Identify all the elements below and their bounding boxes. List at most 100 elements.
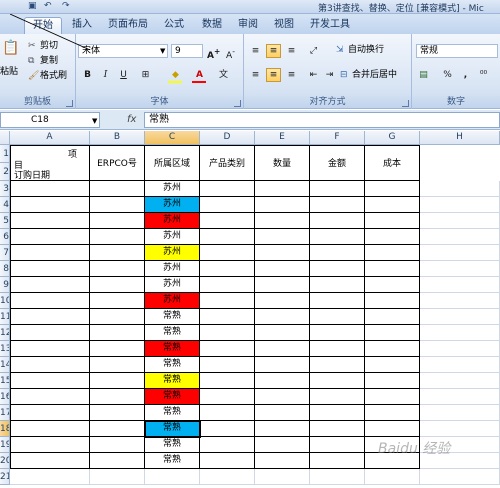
cell-g15[interactable] xyxy=(365,373,420,389)
tab-developer[interactable]: 开发工具 xyxy=(302,17,358,34)
cell-g7[interactable] xyxy=(365,245,420,261)
font-name-select[interactable]: 宋体 xyxy=(78,44,168,58)
cell-e8[interactable] xyxy=(255,261,310,277)
increase-indent-icon[interactable]: ⇥ xyxy=(322,68,337,82)
italic-button[interactable]: I xyxy=(98,68,113,82)
cell-a15[interactable] xyxy=(10,373,90,389)
function-icon[interactable]: fx xyxy=(127,114,136,125)
align-middle-icon[interactable]: ≡ xyxy=(266,44,281,58)
cell-d8[interactable] xyxy=(200,261,255,277)
percent-button[interactable]: % xyxy=(440,68,455,82)
cell-g8[interactable] xyxy=(365,261,420,277)
column-header-e[interactable]: E xyxy=(255,131,310,145)
cell-d20[interactable] xyxy=(200,453,255,469)
name-box[interactable]: C18 xyxy=(0,112,100,128)
cell-a10[interactable] xyxy=(10,293,90,309)
cell-e14[interactable] xyxy=(255,357,310,373)
row-header-21[interactable]: 21 xyxy=(0,469,10,485)
undo-icon[interactable]: ↶ xyxy=(44,1,52,12)
column-header-b[interactable]: B xyxy=(90,131,145,145)
cell-d11[interactable] xyxy=(200,309,255,325)
cell-f19[interactable] xyxy=(310,437,365,453)
cell-a16[interactable] xyxy=(10,389,90,405)
row-header-8[interactable]: 8 xyxy=(0,261,10,277)
row-header-5[interactable]: 5 xyxy=(0,213,10,229)
cell-a5[interactable] xyxy=(10,213,90,229)
cell-b9[interactable] xyxy=(90,277,145,293)
cell-e17[interactable] xyxy=(255,405,310,421)
clipboard-launcher-icon[interactable] xyxy=(66,100,73,107)
cell-a7[interactable] xyxy=(10,245,90,261)
row-header-18[interactable]: 18 xyxy=(0,421,10,437)
tab-view[interactable]: 视图 xyxy=(266,17,302,34)
cell-d3[interactable] xyxy=(200,181,255,197)
cell-a9[interactable] xyxy=(10,277,90,293)
cell-b5[interactable] xyxy=(90,213,145,229)
copy-button[interactable]: 复制 xyxy=(40,55,58,68)
border-icon[interactable]: ⊞ xyxy=(138,68,153,82)
cell-d17[interactable] xyxy=(200,405,255,421)
cell-c15[interactable]: 常熟 xyxy=(145,373,200,389)
tab-review[interactable]: 审阅 xyxy=(230,17,266,34)
cell-f21[interactable] xyxy=(310,469,365,485)
row-header-11[interactable]: 11 xyxy=(0,309,10,325)
paste-button[interactable]: 粘贴 xyxy=(0,66,18,79)
cell-f9[interactable] xyxy=(310,277,365,293)
cell-g9[interactable] xyxy=(365,277,420,293)
cell-b7[interactable] xyxy=(90,245,145,261)
cell-a11[interactable] xyxy=(10,309,90,325)
row-header-20[interactable]: 20 xyxy=(0,453,10,469)
cell-e13[interactable] xyxy=(255,341,310,357)
cell-e11[interactable] xyxy=(255,309,310,325)
cell-f4[interactable] xyxy=(310,197,365,213)
cell-h11[interactable] xyxy=(420,309,500,325)
cell-d16[interactable] xyxy=(200,389,255,405)
row-header-7[interactable]: 7 xyxy=(0,245,10,261)
decrease-font-icon[interactable]: A- xyxy=(223,44,238,61)
cell-b18[interactable] xyxy=(90,421,145,437)
cell-b11[interactable] xyxy=(90,309,145,325)
tab-formulas[interactable]: 公式 xyxy=(156,17,192,34)
row-header-10[interactable]: 10 xyxy=(0,293,10,309)
cell-e21[interactable] xyxy=(255,469,310,485)
cell-c21[interactable] xyxy=(145,469,200,485)
tab-page-layout[interactable]: 页面布局 xyxy=(100,17,156,34)
cell-g10[interactable] xyxy=(365,293,420,309)
row-header-3[interactable]: 3 xyxy=(0,181,10,197)
cell-a20[interactable] xyxy=(10,453,90,469)
cell-e7[interactable] xyxy=(255,245,310,261)
cell-e15[interactable] xyxy=(255,373,310,389)
cell-b13[interactable] xyxy=(90,341,145,357)
cell-e5[interactable] xyxy=(255,213,310,229)
cell-f15[interactable] xyxy=(310,373,365,389)
row-header-14[interactable]: 14 xyxy=(0,357,10,373)
cell-e12[interactable] xyxy=(255,325,310,341)
cell-c13[interactable]: 常熟 xyxy=(145,341,200,357)
cell-b17[interactable] xyxy=(90,405,145,421)
fill-color-icon[interactable]: ◆ xyxy=(168,68,183,82)
cell-b4[interactable] xyxy=(90,197,145,213)
column-header-d[interactable]: D xyxy=(200,131,255,145)
cell-h17[interactable] xyxy=(420,405,500,421)
cell-a8[interactable] xyxy=(10,261,90,277)
cell-g6[interactable] xyxy=(365,229,420,245)
formula-input[interactable]: 常熟 xyxy=(144,112,500,128)
cell-f6[interactable] xyxy=(310,229,365,245)
cell-f14[interactable] xyxy=(310,357,365,373)
cell-d9[interactable] xyxy=(200,277,255,293)
cell-a6[interactable] xyxy=(10,229,90,245)
cell-b20[interactable] xyxy=(90,453,145,469)
cell-h15[interactable] xyxy=(420,373,500,389)
alignment-launcher-icon[interactable] xyxy=(402,100,409,107)
cell-a19[interactable] xyxy=(10,437,90,453)
cell-c8[interactable]: 苏州 xyxy=(145,261,200,277)
cell-b14[interactable] xyxy=(90,357,145,373)
cell-b12[interactable] xyxy=(90,325,145,341)
format-painter-button[interactable]: 格式刷 xyxy=(40,70,67,83)
cell-h12[interactable] xyxy=(420,325,500,341)
cell-d12[interactable] xyxy=(200,325,255,341)
tab-insert[interactable]: 插入 xyxy=(64,17,100,34)
cell-f5[interactable] xyxy=(310,213,365,229)
cell-d5[interactable] xyxy=(200,213,255,229)
font-color-icon[interactable]: A xyxy=(192,68,207,82)
